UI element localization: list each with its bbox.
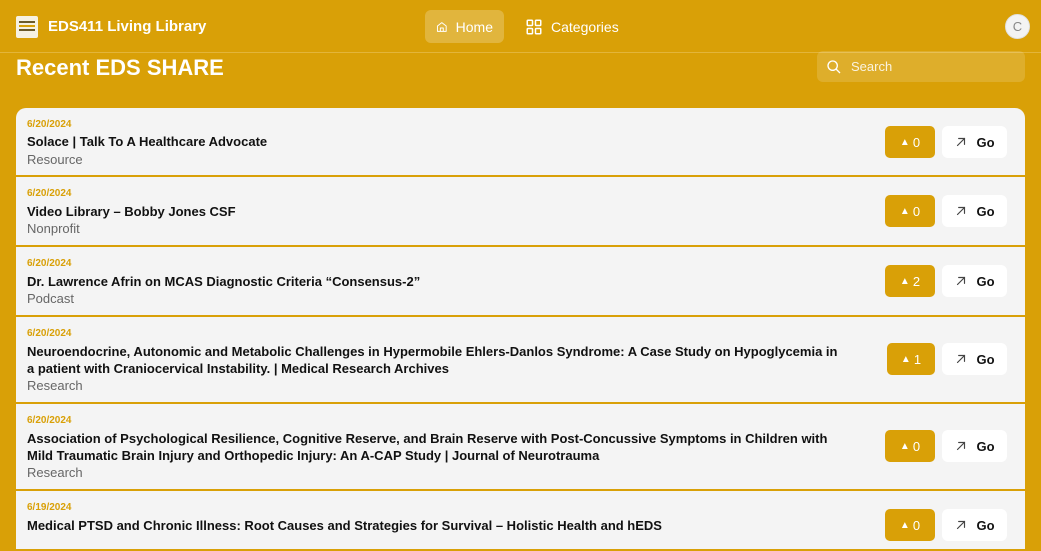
search-icon bbox=[827, 59, 841, 73]
vote-count: 0 bbox=[912, 517, 921, 533]
upvote-icon: ▲ bbox=[899, 205, 910, 217]
vote-count: 1 bbox=[913, 351, 922, 367]
go-label: Go bbox=[976, 273, 995, 289]
resource-category: Resource bbox=[27, 152, 83, 167]
vote-count: 2 bbox=[912, 273, 921, 289]
nav-home-button[interactable]: Home bbox=[425, 10, 504, 43]
resource-date: 6/20/2024 bbox=[27, 188, 72, 199]
upvote-button[interactable]: ▲ 2 bbox=[885, 265, 935, 297]
resource-category: Podcast bbox=[27, 291, 74, 306]
upvote-icon: ▲ bbox=[899, 275, 910, 287]
resource-row[interactable]: 6/20/2024 Neuroendocrine, Autonomic and … bbox=[16, 317, 1025, 404]
arrow-up-right-icon bbox=[957, 441, 966, 451]
arrow-up-right-icon bbox=[957, 520, 966, 530]
vote-count: 0 bbox=[912, 203, 921, 219]
upvote-button[interactable]: ▲ 0 bbox=[885, 195, 935, 227]
search-input[interactable] bbox=[849, 58, 1013, 75]
resource-list: 6/20/2024 Solace | Talk To A Healthcare … bbox=[16, 108, 1025, 551]
resource-row[interactable]: 6/20/2024 Dr. Lawrence Afrin on MCAS Dia… bbox=[16, 247, 1025, 317]
resource-date: 6/20/2024 bbox=[27, 415, 72, 426]
upvote-button[interactable]: ▲ 0 bbox=[885, 509, 935, 541]
page-title: Recent EDS SHARE bbox=[16, 55, 224, 80]
resource-title[interactable]: Solace | Talk To A Healthcare Advocate bbox=[27, 133, 847, 150]
upvote-icon: ▲ bbox=[900, 353, 911, 365]
user-avatar[interactable]: C bbox=[1005, 14, 1030, 39]
resource-date: 6/20/2024 bbox=[27, 328, 72, 339]
go-button[interactable]: Go bbox=[942, 126, 1007, 158]
upvote-icon: ▲ bbox=[899, 440, 910, 452]
resource-category: Research bbox=[27, 378, 83, 393]
upvote-button[interactable]: ▲ 1 bbox=[887, 343, 935, 375]
go-button[interactable]: Go bbox=[942, 195, 1007, 227]
go-label: Go bbox=[976, 203, 995, 219]
nav-categories-button[interactable]: Categories bbox=[514, 10, 630, 43]
nav-categories-label: Categories bbox=[551, 18, 619, 35]
resource-row[interactable]: 6/19/2024 Medical PTSD and Chronic Illne… bbox=[16, 491, 1025, 551]
go-button[interactable]: Go bbox=[942, 343, 1007, 375]
search-box[interactable] bbox=[817, 51, 1025, 82]
go-button[interactable]: Go bbox=[942, 265, 1007, 297]
go-button[interactable]: Go bbox=[942, 509, 1007, 541]
app-logo[interactable] bbox=[16, 16, 38, 38]
resource-title[interactable]: Neuroendocrine, Autonomic and Metabolic … bbox=[27, 343, 847, 377]
resource-row[interactable]: 6/20/2024 Video Library – Bobby Jones CS… bbox=[16, 177, 1025, 247]
upvote-button[interactable]: ▲ 0 bbox=[885, 430, 935, 462]
arrow-up-right-icon bbox=[957, 354, 966, 364]
resource-title[interactable]: Dr. Lawrence Afrin on MCAS Diagnostic Cr… bbox=[27, 273, 847, 290]
go-label: Go bbox=[976, 351, 995, 367]
go-label: Go bbox=[976, 517, 995, 533]
home-icon bbox=[436, 21, 447, 32]
nav-home-label: Home bbox=[455, 18, 493, 35]
app-title[interactable]: EDS411 Living Library bbox=[48, 18, 206, 35]
resource-category: Research bbox=[27, 465, 83, 480]
resource-category: Nonprofit bbox=[27, 221, 80, 236]
upvote-icon: ▲ bbox=[899, 519, 910, 531]
resource-row[interactable]: 6/20/2024 Association of Psychological R… bbox=[16, 404, 1025, 491]
resource-row[interactable]: 6/20/2024 Solace | Talk To A Healthcare … bbox=[16, 108, 1025, 177]
top-navigation-bar: EDS411 Living Library Home Categories C bbox=[0, 0, 1041, 53]
grid-icon bbox=[526, 19, 542, 34]
resource-title[interactable]: Association of Psychological Resilience,… bbox=[27, 430, 847, 464]
go-label: Go bbox=[976, 438, 995, 454]
go-label: Go bbox=[976, 134, 995, 150]
resource-date: 6/19/2024 bbox=[27, 502, 72, 513]
resource-date: 6/20/2024 bbox=[27, 119, 72, 130]
arrow-up-right-icon bbox=[957, 276, 966, 286]
resource-date: 6/20/2024 bbox=[27, 258, 72, 269]
upvote-icon: ▲ bbox=[899, 136, 910, 148]
vote-count: 0 bbox=[912, 438, 921, 454]
arrow-up-right-icon bbox=[957, 206, 966, 216]
arrow-up-right-icon bbox=[957, 137, 966, 147]
vote-count: 0 bbox=[912, 134, 921, 150]
resource-title[interactable]: Video Library – Bobby Jones CSF bbox=[27, 203, 847, 220]
upvote-button[interactable]: ▲ 0 bbox=[885, 126, 935, 158]
go-button[interactable]: Go bbox=[942, 430, 1007, 462]
